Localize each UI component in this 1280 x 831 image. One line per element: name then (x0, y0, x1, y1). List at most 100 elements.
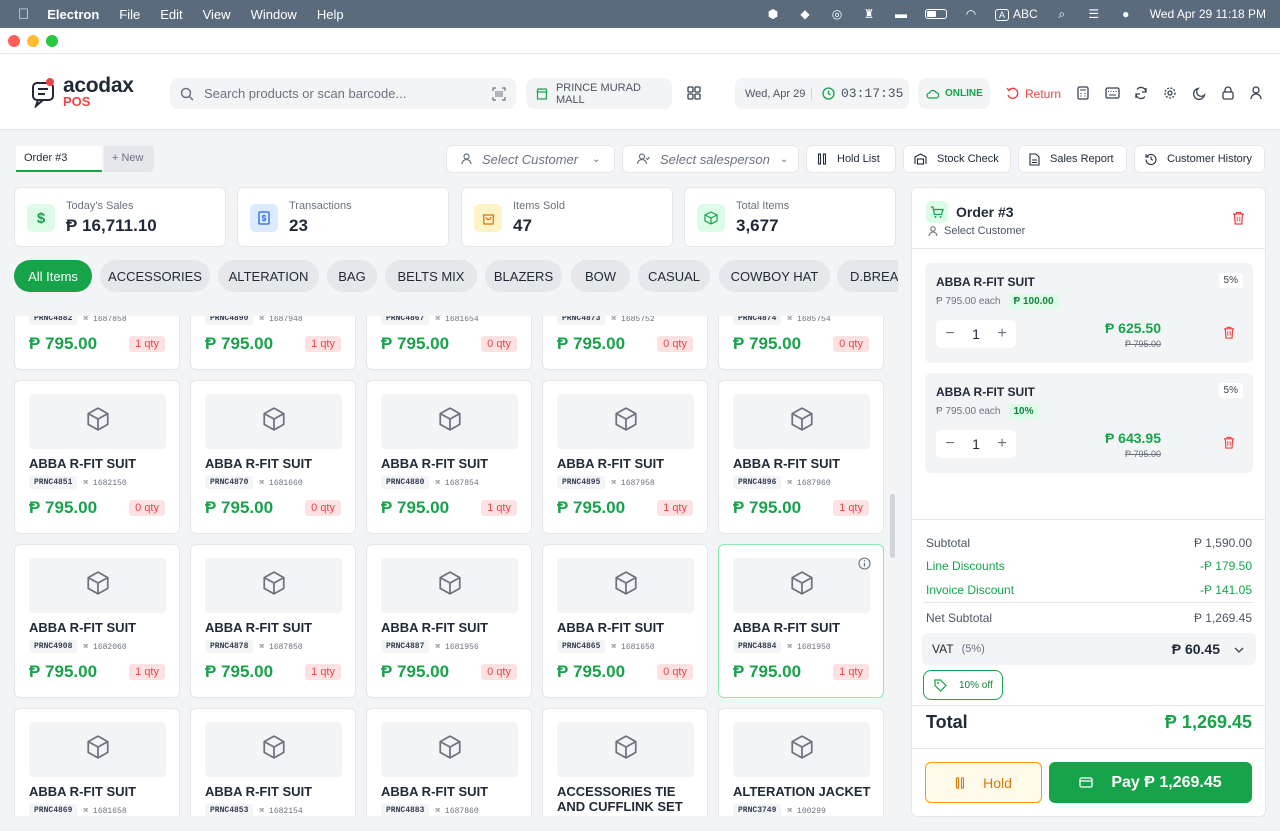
product-card[interactable]: ABBA R-FIT SUIT PRNC4865 ⌘ 1681650 Ᵽ 795.00… (542, 544, 708, 698)
package-icon (613, 570, 639, 601)
select-customer-dropdown[interactable]: Select Customer ⌄ (446, 145, 615, 173)
keyboard-icon[interactable] (1103, 84, 1121, 102)
category-casual[interactable]: CASUAL (638, 260, 710, 292)
calculator-icon[interactable] (1074, 84, 1092, 102)
remove-line-trash-icon[interactable] (1223, 436, 1235, 454)
quantity-value[interactable]: 1 (972, 326, 980, 342)
lock-icon[interactable] (1219, 84, 1237, 102)
order-select-customer[interactable]: Select Customer (928, 225, 1025, 237)
product-card[interactable]: ABBA R-FIT SUIT PRNC4870 ⌘ 1681660 Ᵽ 795.00… (190, 380, 356, 534)
pay-button[interactable]: Pay Ᵽ 1,269.45 (1049, 762, 1252, 803)
select-salesperson-dropdown[interactable]: Select salesperson ⌄ (622, 145, 799, 173)
category-cowboy-hat[interactable]: COWBOY HAT (719, 260, 830, 292)
dollar-icon: $ (27, 204, 55, 232)
info-icon[interactable] (858, 557, 871, 575)
stock-check-button[interactable]: Stock Check (903, 145, 1011, 173)
status-icon-3[interactable]: ◎ (829, 7, 845, 21)
menu-window[interactable]: Window (251, 7, 297, 22)
status-icon-4[interactable]: ♜ (861, 7, 877, 21)
battery-icon[interactable] (925, 9, 947, 19)
product-card[interactable]: PRNC4874 ⌘ 1685754 Ᵽ 795.00 0 qty (718, 316, 884, 370)
menu-edit[interactable]: Edit (160, 7, 182, 22)
category-all-items[interactable]: All Items (14, 260, 92, 292)
clear-order-trash-icon[interactable] (1232, 211, 1245, 230)
category-bow[interactable]: BOW (571, 260, 630, 292)
order-line-item[interactable]: ABBA R-FIT SUIT 5% Ᵽ 795.00 each Ᵽ 100.0… (925, 263, 1253, 363)
menu-view[interactable]: View (203, 7, 231, 22)
category-accessories[interactable]: ACCESSORIES (100, 260, 210, 292)
product-search[interactable] (170, 78, 516, 109)
increase-quantity-button[interactable]: + (994, 325, 1010, 343)
wifi-icon[interactable]: ◠ (963, 7, 979, 21)
product-card[interactable]: PRNC4867 ⌘ 1681654 Ᵽ 795.00 0 qty (366, 316, 532, 370)
customer-history-button[interactable]: Customer History (1134, 145, 1265, 173)
product-card[interactable]: ABBA R-FIT SUIT PRNC4878 ⌘ 1687850 Ᵽ 795.00… (190, 544, 356, 698)
remove-line-trash-icon[interactable] (1223, 326, 1235, 344)
product-card[interactable]: ABBA R-FIT SUIT PRNC4851 ⌘ 1682150 Ᵽ 795.00… (14, 380, 180, 534)
zoom-window-button[interactable] (46, 35, 58, 47)
apple-icon[interactable]:  (18, 6, 29, 23)
product-card[interactable]: ABBA R-FIT SUIT PRNC4908 ⌘ 1682060 Ᵽ 795.00… (14, 544, 180, 698)
sync-icon[interactable] (1132, 84, 1150, 102)
product-card[interactable]: ABBA R-FIT SUIT PRNC4853 ⌘ 1682154 (190, 708, 356, 816)
stock-qty-badge: 1 qty (833, 500, 869, 516)
category-blazers[interactable]: BLAZERS (485, 260, 562, 292)
dark-mode-moon-icon[interactable] (1190, 84, 1208, 102)
decrease-quantity-button[interactable]: − (942, 435, 958, 453)
close-window-button[interactable] (8, 35, 20, 47)
product-card[interactable]: ABBA R-FIT SUIT PRNC4869 ⌘ 1681658 (14, 708, 180, 816)
product-card[interactable]: ABBA R-FIT SUIT PRNC4883 ⌘ 1687860 (366, 708, 532, 816)
product-barcode: ⌘ 1687958 (611, 478, 655, 488)
category-d-breas[interactable]: D.BREAS (837, 260, 898, 292)
product-card[interactable]: ABBA R-FIT SUIT PRNC4895 ⌘ 1687958 Ᵽ 795.00… (542, 380, 708, 534)
search-input[interactable] (204, 86, 484, 101)
spotlight-icon[interactable]: ⌕ (1054, 7, 1070, 21)
input-source[interactable]: A ABC (995, 7, 1038, 21)
minimize-window-button[interactable] (27, 35, 39, 47)
decrease-quantity-button[interactable]: − (942, 325, 958, 343)
order-line-item[interactable]: ABBA R-FIT SUIT 5% Ᵽ 795.00 each 10% − 1… (925, 373, 1253, 473)
hold-order-button[interactable]: Hold (925, 762, 1042, 803)
quantity-value[interactable]: 1 (972, 436, 980, 452)
product-card[interactable]: PRNC4882 ⌘ 1687858 Ᵽ 795.00 1 qty (14, 316, 180, 370)
sales-report-button[interactable]: Sales Report (1018, 145, 1127, 173)
category-belts-mix[interactable]: BELTS MIX (385, 260, 477, 292)
barcode-scan-icon[interactable] (492, 86, 506, 101)
category-bag[interactable]: BAG (327, 260, 377, 292)
stock-qty-badge: 0 qty (305, 500, 341, 516)
status-icon-2[interactable]: ◆ (797, 7, 813, 21)
product-card[interactable]: ABBA R-FIT SUIT PRNC4884 ⌘ 1681950 Ᵽ 795.00… (718, 544, 884, 698)
menu-app[interactable]: Electron (47, 7, 99, 22)
status-icon-5[interactable]: ▬ (893, 7, 909, 21)
apps-grid-icon[interactable] (685, 84, 703, 102)
product-card[interactable]: PRNC4873 ⌘ 1685752 Ᵽ 795.00 0 qty (542, 316, 708, 370)
line-item-discount-badge[interactable]: 10% (1008, 404, 1039, 419)
product-card[interactable]: ACCESSORIES TIE AND CUFFLINK SET (542, 708, 708, 816)
status-icon-1[interactable]: ⬢ (765, 7, 781, 21)
menu-help[interactable]: Help (317, 7, 344, 22)
product-card[interactable]: ABBA R-FIT SUIT PRNC4880 ⌘ 1687854 Ᵽ 795.00… (366, 380, 532, 534)
tab-order-3[interactable]: Order #3 (16, 146, 102, 172)
category-alteration[interactable]: ALTERATION (218, 260, 319, 292)
new-order-tab-button[interactable]: + New (104, 146, 154, 172)
product-card[interactable]: PRNC4890 ⌘ 1687948 Ᵽ 795.00 1 qty (190, 316, 356, 370)
control-center-icon[interactable]: ☰ (1086, 7, 1102, 21)
store-selector[interactable]: PRINCE MURAD MALL (526, 78, 672, 109)
siri-icon[interactable]: ● (1118, 7, 1134, 21)
product-card[interactable]: ALTERATION JACKET PRNC3749 ⌘ 100299 (718, 708, 884, 816)
product-card[interactable]: ABBA R-FIT SUIT PRNC4887 ⌘ 1681956 Ᵽ 795.00… (366, 544, 532, 698)
vat-row[interactable]: VAT (5%) Ᵽ 60.45 (922, 633, 1256, 665)
hold-list-button[interactable]: Hold List (806, 145, 896, 173)
product-grid-scrollbar[interactable] (890, 494, 895, 558)
settings-gear-icon[interactable] (1161, 84, 1179, 102)
product-card[interactable]: ABBA R-FIT SUIT PRNC4896 ⌘ 1687960 Ᵽ 795.00… (718, 380, 884, 534)
line-discounts-row: Line Discounts -Ᵽ 179.50 (926, 559, 1252, 573)
invoice-discount-tag[interactable]: 10% off (923, 670, 1003, 700)
product-barcode: ⌘ 1681654 (435, 316, 479, 324)
user-profile-icon[interactable] (1247, 84, 1265, 102)
line-item-discount-badge[interactable]: Ᵽ 100.00 (1008, 294, 1059, 309)
return-button[interactable]: Return (1000, 78, 1066, 109)
menu-file[interactable]: File (119, 7, 140, 22)
increase-quantity-button[interactable]: + (994, 435, 1010, 453)
menubar-clock[interactable]: Wed Apr 29 11:18 PM (1150, 7, 1266, 21)
